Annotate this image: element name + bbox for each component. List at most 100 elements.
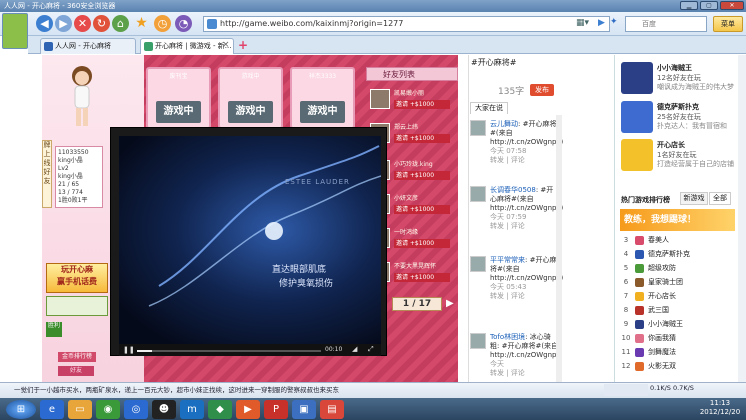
weibo-input[interactable]: #开心麻将#: [471, 57, 556, 70]
rank-row[interactable]: 6 皇家骑士团: [621, 276, 741, 289]
game-table-2[interactable]: 游戏中 游戏中: [218, 67, 283, 129]
taskbar-window-icon[interactable]: ▣: [292, 400, 316, 419]
game-recommend-item[interactable]: 小小海贼王 12名好友在玩 嘲讽成为海贼王的伟大梦: [621, 62, 741, 96]
weibo-post: 云儿舞动: #开心麻将#(来自http://t.cn/zOWgnpk) 今天 07…: [470, 120, 563, 172]
friend-pager[interactable]: 1 / 17: [392, 297, 442, 311]
rank-row[interactable]: 4 德克萨斯扑克: [621, 248, 741, 261]
rank-row[interactable]: 9 小小海贼王: [621, 318, 741, 331]
history-icon[interactable]: ◷: [154, 15, 171, 32]
refresh-icon[interactable]: ↻: [93, 15, 110, 32]
go-icon[interactable]: ▶: [598, 18, 605, 28]
rank-game-name: 皇家骑士团: [648, 278, 683, 286]
invite-button[interactable]: 邀请 +$1000: [394, 134, 450, 143]
status-news-ticker[interactable]: 一觉们于一小越市买水，两瓶矿泉水，递上一百元大钞，超市小妹正找续，这时进来一穿制…: [14, 386, 339, 394]
rank-game-icon: [635, 320, 644, 329]
friends-button[interactable]: 好友: [58, 366, 94, 376]
post-actions[interactable]: 转发 | 评论: [490, 156, 560, 165]
taskbar-app-icon[interactable]: m: [180, 400, 204, 419]
menu-button[interactable]: 菜单: [713, 16, 743, 32]
game-desc: 嘲讽成为海贼王的伟大梦: [657, 83, 734, 91]
system-clock[interactable]: 11:13 2012/12/20: [696, 399, 744, 417]
rank-tab-new[interactable]: 新游戏: [680, 192, 708, 205]
player-nick: king小晶: [58, 173, 83, 180]
game-table-1[interactable]: 废刊宝 游戏中: [146, 67, 211, 129]
post-time: 今天: [490, 360, 504, 368]
window-title: 人人网 - 开心麻将 - 360安全浏览器: [0, 0, 746, 12]
close-button[interactable]: ✕: [720, 1, 744, 10]
weibo-send-button[interactable]: 发布: [530, 84, 554, 96]
friend-name: 凯易嫩小丽: [394, 90, 425, 97]
invite-button[interactable]: 邀请 +$1000: [394, 273, 450, 282]
taskbar-360-icon[interactable]: ◉: [96, 400, 120, 419]
rank-row[interactable]: 7 开心店长: [621, 290, 741, 303]
game-recommend-item[interactable]: 开心店长 1名好友在玩 打造经营属于自己的店铺: [621, 139, 741, 173]
user-avatar[interactable]: [2, 13, 28, 49]
post-user[interactable]: 云儿舞动: [490, 120, 518, 128]
tab-close-icon[interactable]: ×: [222, 40, 230, 50]
online-friends-tab[interactable]: 牌上线好友: [42, 140, 52, 208]
taskbar-folder-icon[interactable]: ▭: [68, 400, 92, 419]
search-engine-icon[interactable]: ✦: [610, 17, 618, 27]
invite-button[interactable]: 邀请 +$1000: [394, 205, 450, 214]
weibo-tab[interactable]: 大家在说: [470, 102, 508, 114]
taskbar-game-icon[interactable]: ◆: [208, 400, 232, 419]
rank-row[interactable]: 5 超级攻防: [621, 262, 741, 275]
rank-game-icon: [635, 264, 644, 273]
rank-row[interactable]: 12 火影无双: [621, 360, 741, 373]
rank-tab-all[interactable]: 全部: [709, 192, 731, 205]
taskbar-browser-icon[interactable]: ◎: [124, 400, 148, 419]
address-bar[interactable]: http://game.weibo.com/kaixinmj?origin=12…: [203, 16, 610, 32]
post-actions[interactable]: 转发 | 评论: [490, 369, 560, 378]
new-tab-icon[interactable]: +: [238, 38, 248, 52]
search-input[interactable]: 百度: [625, 16, 707, 32]
back-icon[interactable]: ◀: [36, 15, 53, 32]
post-user[interactable]: Tofo林困境: [490, 333, 525, 341]
rank-row[interactable]: 3 春美人: [621, 234, 741, 247]
taskbar-doc-icon[interactable]: ▤: [320, 400, 344, 419]
rank-number: 4: [623, 250, 629, 258]
gold-rank-button[interactable]: 金币排行榜: [58, 352, 96, 362]
weibo-scrollbar[interactable]: [556, 115, 562, 382]
win-label: 胜利: [46, 322, 62, 337]
rank-row[interactable]: 10 你画我猜: [621, 332, 741, 345]
post-actions[interactable]: 转发 | 评论: [490, 222, 560, 231]
promo-banner-football[interactable]: 教练，我想踢球！: [620, 209, 735, 231]
compat-mode-icon[interactable]: ▦▾: [576, 18, 589, 28]
tab-renren[interactable]: 人人网 - 开心麻将: [40, 38, 136, 54]
tab-weibo-game[interactable]: 开心麻将 | 微游戏 - 新...: [140, 38, 234, 54]
invite-button[interactable]: 邀请 +$1000: [394, 100, 450, 109]
invite-button[interactable]: 邀请 +$1000: [394, 239, 450, 248]
video-progress-bar[interactable]: [137, 350, 321, 352]
game-title: 小小海贼王: [657, 64, 692, 72]
taskbar-ppt-icon[interactable]: P: [264, 400, 288, 419]
invite-button[interactable]: 邀请 +$1000: [394, 171, 450, 180]
tools-icon[interactable]: ◔: [175, 15, 192, 32]
rank-row[interactable]: 11 剑舞魔法: [621, 346, 741, 359]
page-scrollbar[interactable]: [738, 55, 746, 382]
fullscreen-icon[interactable]: ⤢: [368, 345, 374, 354]
home-icon[interactable]: ⌂: [112, 15, 129, 32]
game-recommend-item[interactable]: 德克萨斯扑克 25名好友在玩 扑克达人：我有冒宿和: [621, 101, 741, 135]
minimize-button[interactable]: ▁: [680, 1, 698, 10]
volume-icon[interactable]: ◢: [352, 345, 357, 353]
rank-row[interactable]: 8 武三国: [621, 304, 741, 317]
network-speed: 0.1K/S 0.7K/S: [650, 384, 694, 392]
weibo-post: Tofo林困境: 冰心骑粗: #开心麻将#(来自http://t.cn/zOWg…: [470, 333, 560, 381]
taskbar-ie-icon[interactable]: e: [40, 400, 64, 419]
taskbar-qq-icon[interactable]: ☻: [152, 400, 176, 419]
taskbar-media-icon[interactable]: ▶: [236, 400, 260, 419]
post-user[interactable]: 平平常常来: [490, 256, 525, 264]
favorite-star-icon[interactable]: ★: [133, 15, 150, 32]
close-page-icon[interactable]: ✕: [74, 15, 91, 32]
search-placeholder: 百度: [642, 20, 656, 28]
promo-banner[interactable]: 玩开心麻 赢手机话费: [46, 263, 108, 293]
pause-icon[interactable]: ❚❚: [123, 346, 135, 354]
forward-icon[interactable]: ▶: [55, 15, 72, 32]
start-button[interactable]: ⊞: [6, 400, 36, 419]
post-actions[interactable]: 转发 | 评论: [490, 292, 560, 301]
post-user[interactable]: 长调春华0508: [490, 186, 536, 194]
maximize-button[interactable]: ▢: [700, 1, 718, 10]
next-page-icon[interactable]: ▶: [446, 298, 454, 309]
game-table-3[interactable]: 祥杰3333 游戏中: [290, 67, 355, 129]
friend-avatar: [370, 89, 390, 109]
